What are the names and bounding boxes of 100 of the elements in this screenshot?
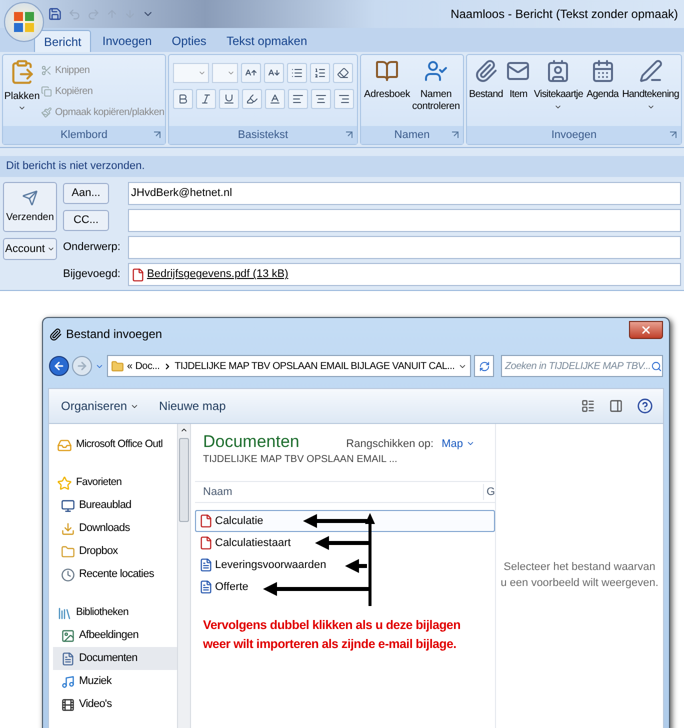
nav-item[interactable]: Muziek [53,670,177,693]
view-icon[interactable] [581,399,595,413]
folder-icon [111,360,124,372]
file-row[interactable]: Calculatie [195,510,495,532]
align-right-button[interactable] [334,89,354,109]
attachment-field[interactable]: Bedrijfsgegevens.pdf (13 kB) [128,263,681,286]
input-field[interactable]: JHvdBerk@hetnet.nl [128,182,681,205]
nav-item[interactable]: Afbeeldingen [53,624,177,647]
breadcrumb-item[interactable]: Doc... [135,358,160,374]
toolbar-button[interactable]: Organiseren [61,397,140,415]
dialog-launcher-icon[interactable] [669,131,677,139]
save-icon[interactable] [48,7,62,21]
breadcrumb-item[interactable]: TIJDELIJKE MAP TBV OPSLAAN EMAIL BIJLAGE VANUIT CAL... [174,358,455,374]
dialog-launcher-icon[interactable] [153,131,161,139]
forward-arrow-icon [76,360,88,372]
nav-item[interactable]: Bureaublad [53,494,177,517]
download-icon [61,522,75,536]
ribbon-button[interactable]: Adresboek [363,59,412,126]
underline-icon [223,93,235,105]
address-bar[interactable]: « Doc... TIJDELIJKE MAP TBV OPSLAAN EMAIL BIJLAGE VANUIT CAL... [107,355,471,377]
nav-item[interactable]: Microsoft Office Outl [57,434,177,456]
ribbon-button[interactable]: Namen controleren [411,59,461,126]
ribbon-button[interactable]: Item [506,59,530,126]
caret-icon [46,245,55,253]
nav-item[interactable]: Dropbox [53,540,177,563]
scroll-thumb[interactable] [179,438,189,522]
column-header[interactable]: G [483,484,495,500]
field-label: Bijgevoegd: [63,267,120,282]
ribbon-button[interactable]: Bestand [469,59,503,126]
input-field[interactable] [128,209,681,232]
breadcrumb-prefix: « [127,360,132,374]
recipient-button[interactable]: Aan... [63,183,109,204]
arrange-label: Rangschikken op: [346,436,434,452]
window-title: Naamloos - Bericht (Tekst zonder opmaak) [450,6,678,23]
font-size-field[interactable] [212,63,238,83]
ribbon-tab[interactable]: Opties [162,30,216,52]
scissors-icon [41,64,52,76]
file-row[interactable]: Leveringsvoorwaarden [195,554,495,576]
ribbon-button[interactable]: Handtekening [622,59,679,126]
search-field[interactable]: Zoeken in TIJDELIJKE MAP TBV... [501,355,663,377]
eraser-button[interactable] [333,63,353,83]
scrollbar[interactable] [177,424,191,728]
underline-button[interactable] [219,89,239,109]
nav-item[interactable]: Video's [53,693,177,716]
preview-pane-icon[interactable] [609,399,623,413]
align-left-button[interactable] [288,89,308,109]
bullets-button[interactable] [287,63,307,83]
office-button[interactable] [4,2,44,42]
annotation-text: Vervolgens dubbel klikken als u deze bijlagen weer wilt importeren als zijnde e-mail bijlage. [203,617,462,653]
highlighter-button[interactable] [242,89,262,109]
nav-item[interactable]: Documenten [53,647,177,670]
file-row[interactable]: Calculatiestaart [195,532,495,554]
shrink-font-button[interactable] [264,63,284,83]
refresh-button[interactable] [474,355,494,377]
arrange-dropdown[interactable]: Map [442,436,475,452]
monitor-icon [61,498,75,512]
caret-icon [646,103,655,111]
font-name-field[interactable] [173,63,209,83]
close-icon [640,324,652,336]
nav-item[interactable]: Recente locaties [53,563,177,586]
group-title: Basistekst [238,128,288,143]
back-arrow-icon [53,360,65,372]
library-title: Documenten [203,432,300,452]
font-color-button[interactable] [265,89,285,109]
paintbrush-icon [41,106,52,118]
ribbon-button[interactable]: Visitekaartje [534,59,583,126]
input-field[interactable] [128,236,681,259]
send-button[interactable]: Verzenden [3,182,57,232]
ribbon-tab[interactable]: Bericht [34,30,92,52]
account-button[interactable]: Account [3,238,57,260]
toolbar-button[interactable]: Nieuwe map [159,397,226,415]
nav-item[interactable]: Downloads [53,517,177,540]
book-icon [375,59,399,83]
file-row[interactable]: Offerte [195,576,495,598]
italic-button[interactable] [196,89,216,109]
column-header[interactable]: Naam [195,484,484,500]
paperclip-icon [474,59,498,83]
back-button[interactable] [49,356,69,376]
dialog-launcher-icon[interactable] [345,131,353,139]
ribbon-button[interactable]: Agenda [586,59,619,126]
close-button[interactable] [629,321,663,339]
ribbon-tab[interactable]: Invoegen [93,30,161,52]
nav-item[interactable]: Bibliotheken [57,602,177,624]
grow-font-button[interactable] [241,63,261,83]
bold-button[interactable] [173,89,193,109]
numbering-button[interactable] [310,63,330,83]
help-icon[interactable] [637,398,653,414]
nav-item[interactable]: Favorieten [57,472,177,494]
folder-icon [61,544,75,558]
paste-button[interactable]: Plakken [5,59,39,126]
attachment-link[interactable]: Bedrijfsgegevens.pdf (13 kB) [147,266,288,283]
contact-card-icon [546,59,570,83]
recipient-button[interactable]: CC... [63,210,109,231]
ribbon-tab[interactable]: Tekst opmaken [217,30,316,52]
dialog-launcher-icon[interactable] [451,131,459,139]
align-center-button[interactable] [311,89,331,109]
pdf-icon [199,514,213,528]
books-icon [57,606,72,620]
envelope-icon [506,59,530,83]
library-subtitle: TIJDELIJKE MAP TBV OPSLAAN EMAIL ... [203,453,398,467]
